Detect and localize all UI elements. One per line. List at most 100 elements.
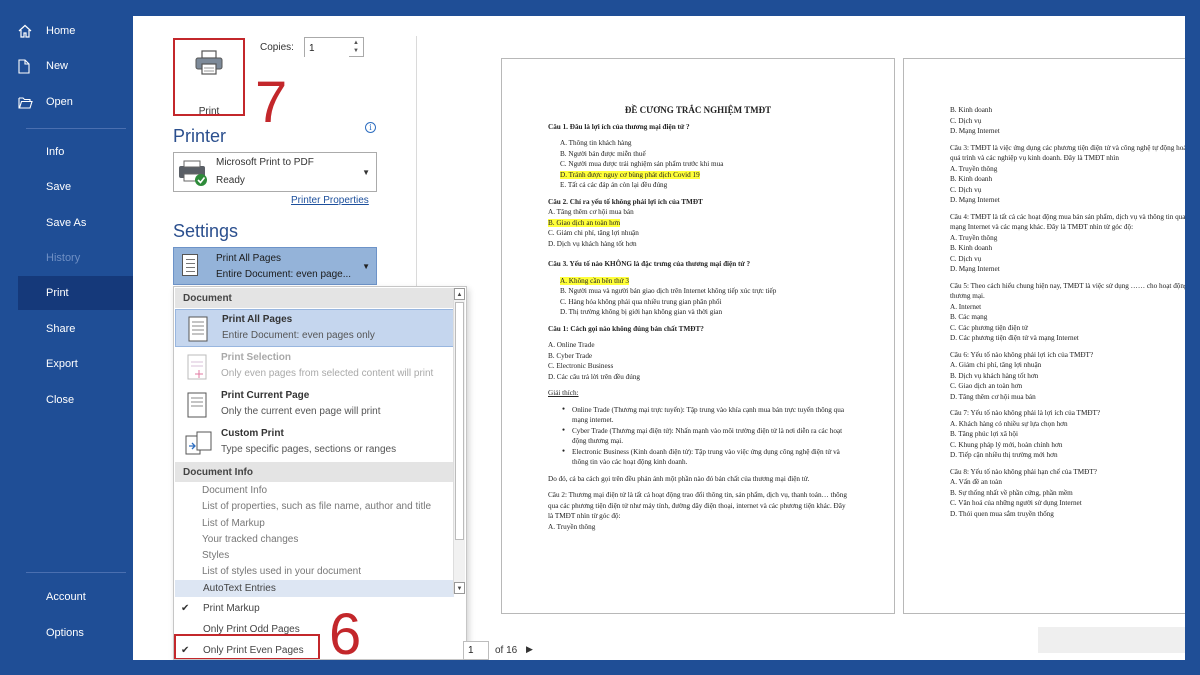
nav-save-as[interactable]: Save As [18, 206, 133, 240]
print-button-label: Print [198, 106, 220, 117]
answer: D. Thị trường không bị giới hạn không gi… [560, 308, 723, 316]
menu-item-custom-print[interactable]: Custom Print Type specific pages, sectio… [175, 424, 454, 462]
nav-share[interactable]: Share [18, 312, 133, 346]
home-icon [18, 24, 46, 38]
settings-heading: Settings [173, 221, 239, 241]
menu-markup-item: List of Markup [202, 518, 265, 529]
print-range-dropdown[interactable]: Print All Pages Entire Document: even pa… [173, 247, 377, 285]
printer-status: Ready [216, 175, 245, 186]
chevron-down-icon: ▼ [362, 262, 370, 271]
nav-open[interactable]: Open [18, 85, 133, 119]
paragraph: Do đó, cả ba cách gọi trên đều phản ánh … [548, 474, 810, 483]
answer: B. Cyber Trade [548, 351, 593, 360]
nav-export[interactable]: Export [18, 347, 133, 381]
answer: C. Hàng hóa không phải qua nhiều trung g… [560, 297, 722, 306]
nav-home-label: Home [46, 25, 76, 37]
menu-item-subtitle: Type specific pages, sections or ranges [221, 444, 397, 455]
copies-input[interactable] [305, 39, 349, 58]
answer: C. Người mua được trải nghiệm sản phẩm t… [560, 160, 724, 168]
question: Câu 4: TMĐT là tất cả các hoạt động mua … [950, 212, 1185, 232]
nav-info[interactable]: Info [18, 135, 133, 169]
bullet-item: Online Trade (Thương mại trực tuyến): Tậ… [548, 405, 848, 426]
nav-account-label: Account [46, 591, 86, 603]
answer: B. Kinh doanh [950, 244, 993, 252]
answer: D. Mạng Internet [950, 196, 1000, 204]
answer: D. Mạng Internet [950, 127, 1000, 135]
answer: C. Giao dịch an toàn hơn [950, 382, 1023, 390]
info-icon[interactable]: i [365, 122, 376, 133]
nav-print[interactable]: Print [18, 276, 133, 310]
preview-page-2: B. Kinh doanh C. Dịch vụ D. Mạng Interne… [903, 58, 1185, 614]
even-pages-highlight-box [174, 634, 320, 659]
answer: B. Người mua và người bán giao dịch trên… [560, 287, 777, 295]
highlighted-answer: B. Giao dịch an toàn hơn [548, 218, 621, 227]
question: Câu 1. Đâu là lợi ích của thương mại điệ… [548, 122, 690, 131]
answer: D. Các phương tiện điện tử và mạng Inter… [950, 334, 1079, 342]
answer: A. Truyền thông [950, 164, 998, 173]
answer: B. Kinh doanh [950, 175, 993, 183]
nav-options[interactable]: Options [18, 616, 133, 650]
menu-item-print-all-pages[interactable]: Print All Pages Entire Document: even pa… [175, 309, 454, 347]
question: Câu 1: Cách gọi nào không đúng bản chất … [548, 324, 704, 333]
menu-item-title: Print Current Page [221, 390, 310, 401]
nav-home[interactable]: Home [18, 14, 133, 48]
answer: C. Văn hoá của những người sử dụng Inter… [950, 499, 1082, 507]
printer-properties-link[interactable]: Printer Properties [291, 195, 369, 206]
nav-close[interactable]: Close [18, 383, 133, 417]
print-backstage: Print 7 Copies: ▲▼ Printer i Microsoft P… [133, 16, 1185, 660]
printer-device-icon [178, 159, 210, 192]
print-range-menu: Document Print All Pages Entire Document… [173, 286, 467, 660]
question: Câu 3: TMĐT là việc ứng dụng các phương … [950, 143, 1185, 163]
nav-new[interactable]: New [18, 49, 133, 83]
answer: C. Giảm chi phí, tăng lợi nhuận [548, 229, 639, 237]
answer: C. Dịch vụ [950, 254, 982, 263]
menu-item-print-selection: Print Selection Only even pages from sel… [175, 348, 454, 386]
next-page-icon[interactable]: ▶ [526, 644, 533, 655]
menu-docinfo-item: Document Info [202, 485, 268, 496]
page-count: of 16 [495, 645, 518, 656]
menu-item-print-current-page[interactable]: Print Current Page Only the current even… [175, 386, 454, 424]
step-7-annotation: 7 [255, 70, 288, 135]
chevron-down-icon: ▼ [362, 168, 370, 177]
new-document-icon [18, 58, 46, 74]
question: Câu 7: Yếu tố nào không phải là lợi ích … [950, 409, 1101, 417]
answer: A. Khách hàng có nhiều sự lựa chọn hơn [950, 419, 1068, 428]
answer: A. Giảm chi phí, tăng lợi nhuận [950, 361, 1042, 369]
explanation-label: Giải thích: [548, 389, 579, 397]
nav-save-as-label: Save As [46, 217, 87, 229]
menu-scrollbar[interactable]: ▲ ▼ [453, 288, 465, 594]
answer: A. Tăng thêm cơ hội mua bán [548, 208, 634, 216]
check-icon: ✔ [181, 603, 190, 614]
menu-styles-sub: List of styles used in your document [202, 566, 361, 577]
scroll-down-icon[interactable]: ▼ [454, 582, 465, 594]
copies-spin-arrows[interactable]: ▲ ▼ [351, 39, 361, 55]
menu-autotext-item[interactable]: AutoText Entries [175, 580, 454, 597]
menu-print-markup[interactable]: ✔ Print Markup [175, 600, 454, 617]
print-button[interactable]: Print [173, 38, 245, 117]
print-range-subtitle: Entire Document: even page... [216, 269, 352, 280]
scroll-thumb[interactable] [455, 302, 464, 540]
question: Câu 5: Theo cách hiểu chung hiện nay, TM… [950, 281, 1185, 301]
answer: A. Truyền thông [950, 233, 998, 242]
document-title: ĐỀ CƯƠNG TRẮC NGHIỆM TMĐT [624, 105, 772, 115]
answer: C. Khung pháp lý mới, hoàn chỉnh hơn [950, 440, 1063, 449]
question: Câu 8: Yếu tố nào không phải hạn chế của… [950, 467, 1097, 476]
answer: B. Sự thống nhất về phần cứng, phần mềm [950, 488, 1073, 497]
nav-share-label: Share [46, 323, 76, 335]
nav-history-label: History [46, 252, 81, 264]
scroll-up-icon[interactable]: ▲ [454, 288, 465, 300]
page-number-input[interactable] [463, 641, 489, 660]
nav-save-label: Save [46, 181, 72, 193]
highlighted-answer: A. Không cần bên thứ 3 [560, 276, 629, 285]
zoom-bar[interactable] [1038, 627, 1185, 653]
answer: D. Thói quen mua sắm truyền thống [950, 509, 1054, 518]
answer: B. Dịch vụ khách hàng tốt hơn [950, 371, 1039, 380]
answer: A. Online Trade [548, 341, 595, 349]
printer-dropdown[interactable]: Microsoft Print to PDF Ready ▼ [173, 152, 377, 192]
answer: B. Tăng phúc lợi xã hội [950, 430, 1018, 438]
copies-stepper[interactable]: ▲▼ [304, 37, 364, 58]
nav-save[interactable]: Save [18, 170, 133, 204]
nav-account[interactable]: Account [18, 580, 133, 614]
print-range-title: Print All Pages [216, 253, 282, 264]
nav-history: History [18, 241, 133, 275]
